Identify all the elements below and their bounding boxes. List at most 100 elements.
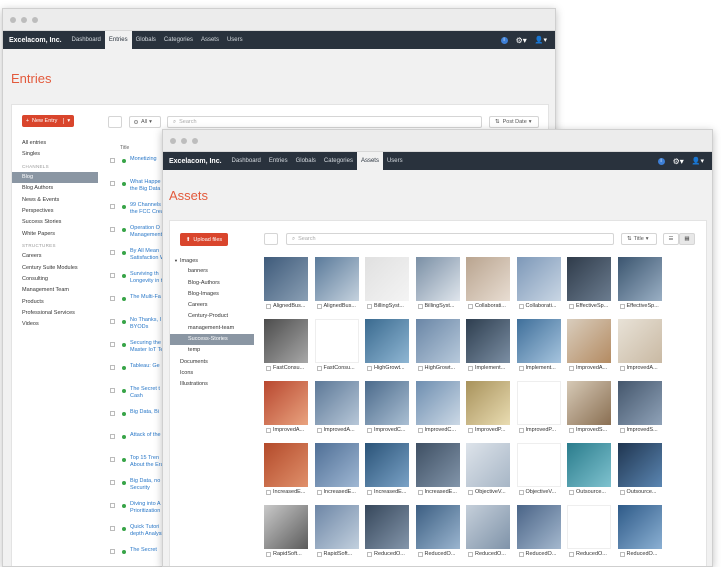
sidebar-item-white-papers[interactable]: White Papers [12, 229, 98, 240]
asset-thumbnail[interactable] [415, 381, 460, 425]
asset-thumbnail[interactable] [264, 319, 308, 363]
asset-thumbnail[interactable] [567, 381, 611, 425]
nav-categories[interactable]: Categories [320, 152, 357, 170]
sidebar-item-professional-services[interactable]: Professional Services [12, 308, 98, 319]
tree-item-century-product[interactable]: Century-Product [170, 311, 254, 322]
row-checkbox[interactable] [110, 365, 115, 370]
asset-checkbox[interactable] [316, 490, 322, 495]
entry-title[interactable]: Big Data, no Security [130, 478, 160, 492]
list-view-button[interactable]: ☰ [663, 233, 679, 245]
nav-globals[interactable]: Globals [292, 152, 320, 170]
asset-thumbnail[interactable] [516, 443, 561, 487]
nav-assets[interactable]: Assets [356, 152, 383, 170]
asset-thumbnail[interactable] [466, 443, 510, 487]
tree-item-banners[interactable]: banners [170, 266, 254, 277]
asset-checkbox[interactable] [316, 428, 322, 433]
select-all-checkbox[interactable] [264, 233, 278, 245]
entry-title[interactable]: The Multi-Fa [130, 294, 161, 301]
asset-checkbox[interactable] [619, 428, 625, 433]
asset-checkbox[interactable] [518, 428, 524, 433]
asset-checkbox[interactable] [518, 552, 524, 557]
sidebar-item-careers[interactable]: Careers [12, 251, 98, 262]
asset-thumbnail[interactable] [617, 505, 662, 549]
row-checkbox[interactable] [110, 181, 115, 186]
nav-globals[interactable]: Globals [132, 31, 160, 49]
row-checkbox[interactable] [110, 319, 115, 324]
entry-title[interactable]: Quick Tutori depth Analysis [130, 524, 165, 538]
asset-checkbox[interactable] [468, 304, 473, 309]
asset-checkbox[interactable] [569, 428, 574, 433]
sidebar-item-blog[interactable]: Blog [12, 171, 98, 184]
entry-title[interactable]: Monetizing [130, 156, 157, 163]
asset-checkbox[interactable] [367, 366, 372, 371]
asset-thumbnail[interactable] [264, 443, 308, 487]
sidebar-item-perspectives[interactable]: Perspectives [12, 206, 98, 217]
nav-dashboard[interactable]: Dashboard [68, 31, 105, 49]
asset-checkbox[interactable] [367, 490, 372, 495]
tree-item-documents[interactable]: Documents [170, 357, 254, 368]
asset-thumbnail[interactable] [314, 381, 359, 425]
asset-checkbox[interactable] [417, 490, 423, 495]
asset-thumbnail[interactable] [617, 381, 662, 425]
asset-thumbnail[interactable] [466, 505, 510, 549]
asset-checkbox[interactable] [569, 552, 574, 557]
asset-checkbox[interactable] [417, 366, 423, 371]
asset-thumbnail[interactable] [466, 257, 510, 301]
asset-thumbnail[interactable] [516, 319, 561, 363]
nav-categories[interactable]: Categories [160, 31, 197, 49]
asset-thumbnail[interactable] [617, 319, 662, 363]
asset-thumbnail[interactable] [466, 381, 510, 425]
row-checkbox[interactable] [110, 250, 115, 255]
row-checkbox[interactable] [110, 227, 115, 232]
asset-thumbnail[interactable] [617, 257, 662, 301]
select-all-checkbox[interactable] [108, 116, 122, 128]
sidebar-item-products[interactable]: Products [12, 297, 98, 308]
sidebar-item-century-suite[interactable]: Century Suite Modules [12, 263, 98, 274]
asset-thumbnail[interactable] [466, 319, 510, 363]
asset-thumbnail[interactable] [415, 443, 460, 487]
sidebar-item-singles[interactable]: Singles [12, 149, 98, 160]
asset-checkbox[interactable] [468, 490, 473, 495]
asset-thumbnail[interactable] [365, 443, 409, 487]
close-dot[interactable] [10, 16, 16, 23]
minimize-dot[interactable] [181, 137, 187, 144]
asset-checkbox[interactable] [417, 304, 423, 309]
zoom-dot[interactable] [32, 16, 38, 23]
asset-thumbnail[interactable] [314, 319, 359, 363]
info-icon[interactable]: i [657, 157, 665, 165]
asset-checkbox[interactable] [468, 366, 473, 371]
asset-checkbox[interactable] [417, 428, 423, 433]
asset-checkbox[interactable] [367, 552, 372, 557]
asset-checkbox[interactable] [468, 428, 473, 433]
asset-checkbox[interactable] [367, 304, 372, 309]
gear-icon[interactable]: ⚙▾ [516, 36, 527, 45]
asset-thumbnail[interactable] [365, 505, 409, 549]
nav-dashboard[interactable]: Dashboard [228, 152, 265, 170]
asset-thumbnail[interactable] [617, 443, 662, 487]
nav-assets[interactable]: Assets [197, 31, 223, 49]
asset-thumbnail[interactable] [567, 257, 611, 301]
asset-checkbox[interactable] [619, 304, 625, 309]
asset-thumbnail[interactable] [314, 443, 359, 487]
sidebar-item-all-entries[interactable]: All entries [12, 138, 98, 149]
row-checkbox[interactable] [110, 411, 115, 416]
row-checkbox[interactable] [110, 457, 115, 462]
tree-item-success-stories[interactable]: Success-Stories [170, 334, 254, 346]
gear-icon[interactable]: ⚙▾ [673, 157, 684, 166]
entry-title[interactable]: Tableau: Ge [130, 363, 160, 370]
asset-thumbnail[interactable] [415, 319, 460, 363]
asset-thumbnail[interactable] [516, 381, 561, 425]
asset-checkbox[interactable] [316, 552, 322, 557]
entry-title[interactable]: The Secret [130, 547, 157, 554]
sidebar-item-consulting[interactable]: Consulting [12, 274, 98, 285]
tree-item-illustrations[interactable]: Illustrations [170, 379, 254, 390]
sidebar-item-success-stories[interactable]: Success Stories [12, 217, 98, 228]
nav-entries[interactable]: Entries [104, 31, 132, 49]
sidebar-item-blog-authors[interactable]: Blog Authors [12, 183, 98, 194]
minimize-dot[interactable] [21, 16, 27, 23]
asset-checkbox[interactable] [468, 552, 473, 557]
asset-thumbnail[interactable] [516, 257, 561, 301]
row-checkbox[interactable] [110, 480, 115, 485]
asset-checkbox[interactable] [266, 552, 271, 557]
asset-thumbnail[interactable] [567, 505, 611, 549]
